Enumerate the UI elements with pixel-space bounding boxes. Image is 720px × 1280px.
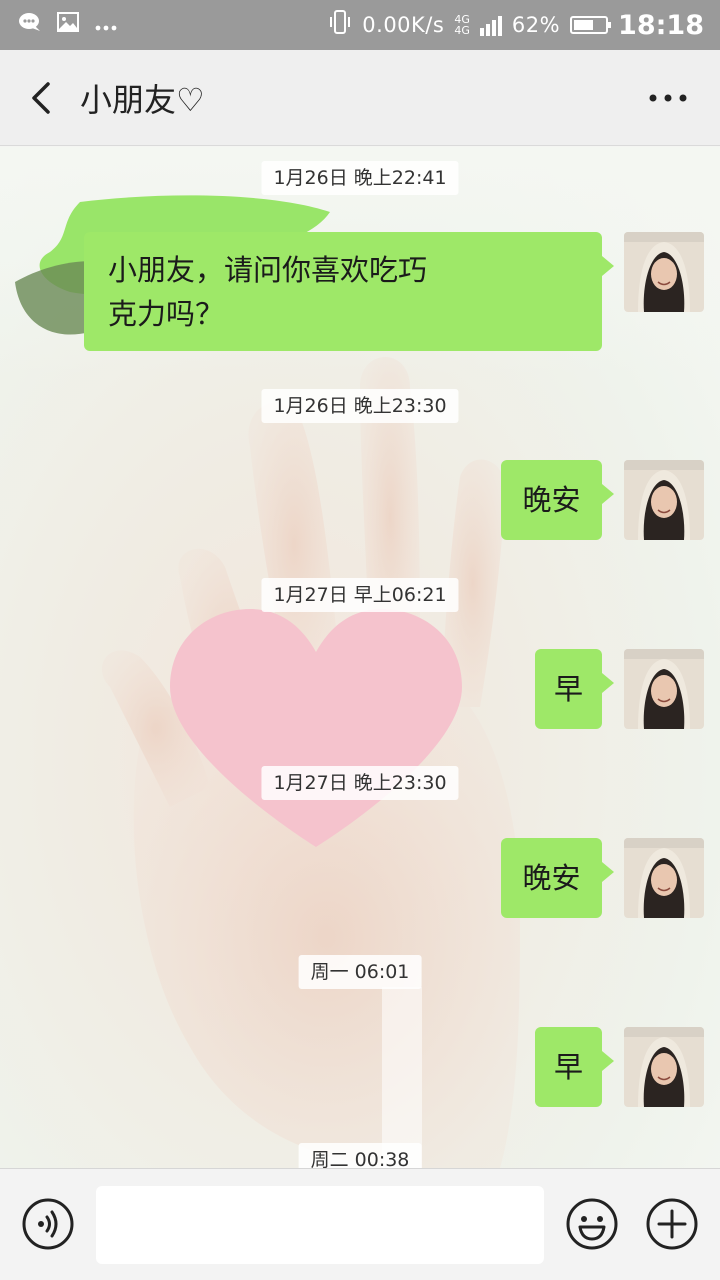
message-bubble[interactable]: 早	[535, 649, 614, 729]
message-timestamp: 1月27日 早上06:21	[261, 578, 459, 612]
battery-level-fill	[574, 20, 593, 30]
clock: 18:18	[618, 9, 704, 41]
more-notifications-icon	[94, 13, 118, 38]
message-text: 克力吗？	[108, 297, 225, 331]
network-speed: 0.00K/s	[362, 13, 445, 37]
avatar[interactable]	[624, 232, 704, 312]
chat-title: 小朋友♡	[80, 80, 205, 119]
network-type-bottom: 4G	[454, 24, 470, 37]
voice-button[interactable]	[21, 1197, 75, 1251]
message-bubble[interactable]: 晚安	[501, 460, 614, 540]
more-dots-icon	[649, 94, 687, 101]
network-type: 4G 4G	[454, 14, 470, 36]
status-bar: 0.00K/s 4G 4G 62% 18:18	[0, 0, 720, 50]
message-input[interactable]	[96, 1186, 544, 1264]
avatar[interactable]	[624, 649, 704, 729]
message-input-bar	[0, 1168, 720, 1280]
message-text: 晚安	[522, 483, 581, 517]
more-functions-button[interactable]	[645, 1197, 699, 1251]
message-bubble[interactable]: 小朋友，请问你喜欢吃巧 克力吗？	[84, 232, 614, 351]
vibrate-icon	[328, 9, 352, 41]
avatar[interactable]	[624, 1027, 704, 1107]
message-timestamp: 周一 06:01	[298, 955, 422, 989]
battery-icon	[570, 16, 612, 34]
avatar[interactable]	[624, 460, 704, 540]
message-timestamp: 1月27日 晚上23:30	[261, 766, 459, 800]
message-text: 早	[553, 1050, 583, 1084]
gallery-notification-icon	[56, 11, 80, 39]
emoji-button[interactable]	[565, 1197, 619, 1251]
message-bubble[interactable]: 早	[535, 1027, 614, 1107]
signal-icon	[479, 14, 502, 36]
chevron-left-icon	[32, 81, 50, 114]
back-button[interactable]	[6, 50, 76, 146]
message-timestamp: 1月26日 晚上23:30	[261, 389, 459, 423]
message-timestamp: 1月26日 晚上22:41	[261, 161, 459, 195]
notification-app-icon	[18, 11, 42, 39]
message-timestamp: 周二 00:38	[298, 1143, 422, 1168]
message-text: 晚安	[522, 861, 581, 895]
plus-icon	[646, 1198, 698, 1250]
message-text: 早	[553, 672, 583, 706]
message-text: 小朋友，请问你喜欢吃巧	[108, 253, 428, 287]
more-options-button[interactable]	[638, 68, 698, 128]
avatar[interactable]	[624, 838, 704, 918]
emoji-icon	[566, 1198, 618, 1250]
voice-icon	[22, 1198, 74, 1250]
chat-message-list[interactable]: 1月26日 晚上22:41 小朋友，请问你喜欢吃巧 克力吗？ 1月26日 晚上2…	[0, 147, 720, 1168]
chat-header: 小朋友♡	[0, 50, 720, 146]
chat-screen: 0.00K/s 4G 4G 62% 18:18 小朋友♡ 1月26日 晚上22:…	[0, 0, 720, 1280]
message-bubble[interactable]: 晚安	[501, 838, 614, 918]
battery-percent: 62%	[511, 13, 561, 37]
